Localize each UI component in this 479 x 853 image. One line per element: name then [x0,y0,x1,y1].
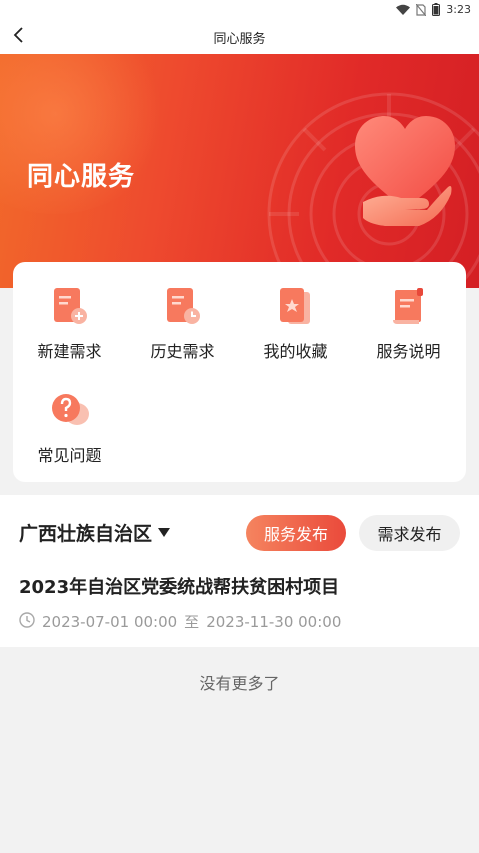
no-more-text: 没有更多了 [199,674,280,693]
demand-publish-button[interactable]: 需求发布 [359,515,460,551]
status-icons: 3:23 [396,3,471,16]
menu-item-service-info[interactable]: 服务说明 [352,262,465,361]
project-time: 2023-07-01 00:00 至 2023-11-30 00:00 [19,611,341,632]
menu-item-history-demand[interactable]: 历史需求 [126,262,239,361]
menu-item-label: 我的收藏 [263,342,328,361]
service-publish-button[interactable]: 服务发布 [246,515,346,551]
title-bar: 同心服务 [0,20,479,54]
clock-icon [19,611,35,632]
heart-hand-icon [355,114,455,238]
favorites-icon [276,286,316,328]
battery-icon [432,3,441,16]
service-info-icon [389,286,429,328]
wifi-icon [396,4,411,15]
menu-item-new-demand[interactable]: 新建需求 [13,262,126,361]
menu-item-label: 新建需求 [37,342,102,361]
banner: 同心服务 [0,54,479,288]
project-start-time: 2023-07-01 00:00 [42,612,178,631]
status-bar: 3:23 [0,0,479,20]
region-label: 广西壮族自治区 [19,523,153,545]
menu-item-faq[interactable]: 常见问题 [13,366,126,465]
menu-card: 新建需求 历史需求 我的收藏 服务说明 常见问题 [13,262,466,482]
history-demand-icon [163,286,203,328]
faq-icon [50,390,90,432]
project-title[interactable]: 2023年自治区党委统战帮扶贫困村项目 [19,573,339,599]
region-dropdown[interactable]: 广西壮族自治区 [19,519,171,546]
menu-item-label: 历史需求 [150,342,215,361]
project-end-time: 2023-11-30 00:00 [206,612,342,631]
banner-title: 同心服务 [27,162,136,192]
new-demand-icon [50,286,90,328]
menu-item-favorites[interactable]: 我的收藏 [239,262,352,361]
menu-item-label: 服务说明 [376,342,441,361]
caret-down-icon [158,523,171,542]
page-title: 同心服务 [213,32,266,47]
time-separator: 至 [184,613,200,631]
menu-item-label: 常见问题 [37,446,102,465]
no-sim-icon [416,3,427,16]
region-section: 广西壮族自治区 服务发布 需求发布 2023年自治区党委统战帮扶贫困村项目 20… [0,495,479,647]
status-time: 3:23 [446,3,471,16]
